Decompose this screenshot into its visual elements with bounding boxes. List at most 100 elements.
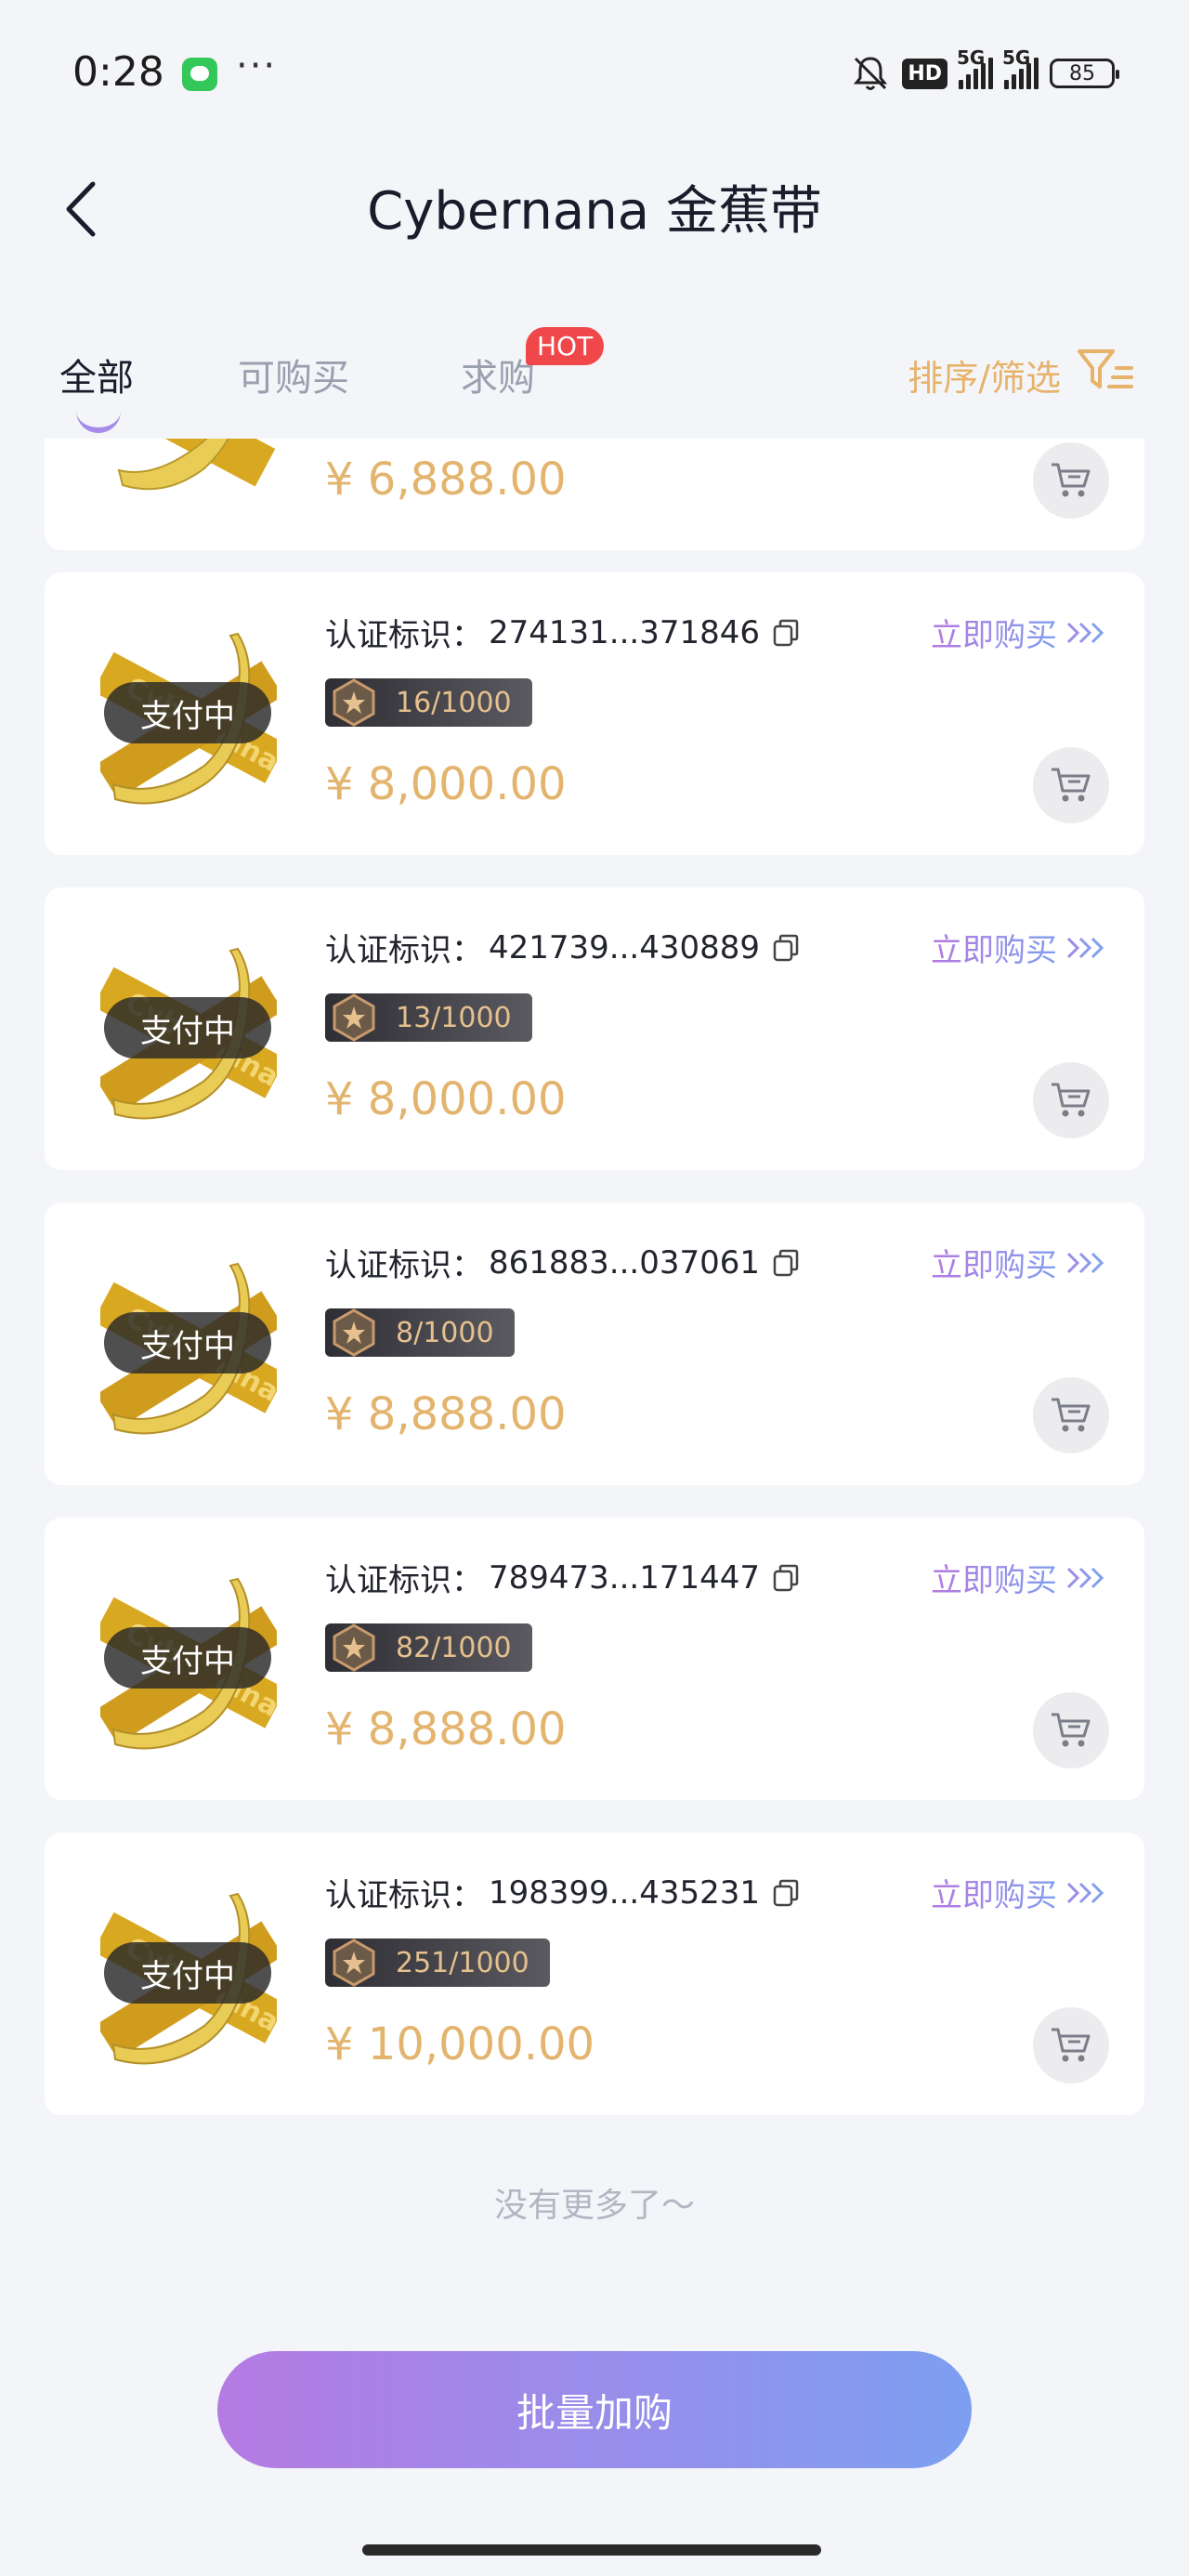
cert-label: 认证标识： [325, 617, 483, 654]
triple-chevron-right-icon [1066, 1882, 1104, 1903]
tab-want-to-buy[interactable]: 求购 [461, 348, 535, 401]
certification-id: 认证标识： 861883...037061 [325, 1240, 799, 1285]
list-item[interactable]: Cybernana 支付中 认证标识： 861883...037061 立即购买… [45, 1203, 1144, 1485]
edition-serial: 16/1000 [396, 686, 512, 719]
edition-badge: 13/1000 [325, 993, 532, 1042]
star-hexagon-icon [333, 1308, 375, 1357]
no-more-text: 没有更多了～ [493, 2187, 695, 2225]
copy-icon[interactable] [773, 934, 799, 962]
triple-chevron-right-icon [1066, 1567, 1104, 1588]
cart-icon [1052, 1398, 1091, 1432]
bulk-add-to-cart-button[interactable]: 批量加购 [217, 2351, 972, 2468]
buy-now-label: 立即购买 [931, 1870, 1057, 1915]
tab-buyable[interactable]: 可购买 [238, 348, 349, 401]
triple-chevron-right-icon [1066, 622, 1104, 643]
cert-value: 861883...037061 [489, 1243, 761, 1281]
star-hexagon-icon [333, 1623, 375, 1672]
edition-badge: 16/1000 [325, 678, 532, 727]
list-item[interactable]: Cybernana 支付中 认证标识： 198399...435231 立即购买… [45, 1833, 1144, 2115]
list-item[interactable]: Cybernana 支付中 认证标识： 421739...430889 立即购买… [45, 887, 1144, 1170]
home-indicator[interactable] [362, 2544, 821, 2556]
page-title: Cybernana 金蕉带 [367, 181, 822, 242]
status-indicators: HD 5G 5G 85 [850, 46, 1119, 97]
buy-now-button[interactable]: 立即购买 [931, 610, 1105, 655]
buy-now-label: 立即购买 [931, 1240, 1057, 1285]
edition-badge: 251/1000 [325, 1939, 550, 1987]
cart-icon [1052, 768, 1091, 802]
active-tab-indicator [76, 411, 121, 433]
sort-filter-button[interactable]: 排序/筛选 [908, 349, 1061, 401]
cart-icon [1052, 463, 1091, 497]
copy-icon[interactable] [773, 1249, 799, 1277]
certification-id: 认证标识： 198399...435231 [325, 1870, 799, 1915]
signal-icon: 5G [957, 46, 993, 89]
message-app-icon [182, 58, 217, 91]
star-hexagon-icon [333, 678, 375, 727]
status-badge: 支付中 [104, 1942, 271, 2004]
cart-icon [1052, 2028, 1091, 2062]
triple-chevron-right-icon [1066, 1252, 1104, 1273]
cert-value: 789473...171447 [489, 1558, 761, 1597]
hot-badge: HOT [526, 327, 605, 365]
edition-badge: 8/1000 [325, 1308, 515, 1357]
cert-label: 认证标识： [325, 932, 483, 969]
star-hexagon-icon [333, 1939, 375, 1987]
product-list[interactable]: ¥ 6,888.00 Cybernana 支付中 认证标识： 274131...… [45, 439, 1144, 2119]
banana-thumbnail [100, 439, 276, 491]
signal-icon: 5G [1002, 46, 1039, 89]
list-item[interactable]: ¥ 6,888.00 [45, 439, 1144, 550]
cert-label: 认证标识： [325, 1877, 483, 1914]
status-badge: 支付中 [104, 997, 271, 1058]
cart-icon [1052, 1083, 1091, 1117]
buy-now-button[interactable]: 立即购买 [931, 1870, 1105, 1915]
copy-icon[interactable] [773, 619, 799, 647]
status-badge: 支付中 [104, 1627, 271, 1689]
buy-now-label: 立即购买 [931, 610, 1057, 655]
buy-now-label: 立即购买 [931, 1555, 1057, 1600]
list-item[interactable]: Cybernana 支付中 认证标识： 789473...171447 立即购买… [45, 1518, 1144, 1800]
status-time: 0:28 [72, 48, 164, 96]
hd-voice-icon: HD [902, 58, 947, 89]
price: ¥ 8,000.00 [325, 1073, 567, 1125]
tab-bar: 全部 可购买 求购 HOT 排序/筛选 [0, 325, 1189, 433]
price: ¥ 8,888.00 [325, 1703, 567, 1755]
edition-badge: 82/1000 [325, 1623, 532, 1672]
edition-serial: 82/1000 [396, 1631, 512, 1664]
price: ¥ 10,000.00 [325, 2018, 595, 2070]
star-hexagon-icon [333, 993, 375, 1042]
certification-id: 认证标识： 421739...430889 [325, 925, 799, 970]
more-notifications-icon: ··· [236, 45, 278, 87]
certification-id: 认证标识： 789473...171447 [325, 1555, 799, 1600]
add-to-cart-button[interactable] [1033, 442, 1109, 519]
triple-chevron-right-icon [1066, 937, 1104, 958]
cert-label: 认证标识： [325, 1247, 483, 1284]
add-to-cart-button[interactable] [1033, 1062, 1109, 1138]
add-to-cart-button[interactable] [1033, 1377, 1109, 1453]
buy-now-button[interactable]: 立即购买 [931, 1240, 1105, 1285]
price: ¥ 6,888.00 [325, 453, 567, 506]
cert-label: 认证标识： [325, 1562, 483, 1599]
copy-icon[interactable] [773, 1564, 799, 1592]
copy-icon[interactable] [773, 1879, 799, 1907]
edition-serial: 8/1000 [396, 1316, 494, 1349]
add-to-cart-button[interactable] [1033, 2007, 1109, 2083]
price: ¥ 8,888.00 [325, 1388, 567, 1440]
cert-value: 421739...430889 [489, 928, 761, 966]
cert-value: 274131...371846 [489, 613, 761, 651]
add-to-cart-button[interactable] [1033, 1692, 1109, 1768]
bell-mute-icon [854, 57, 888, 90]
status-badge: 支付中 [104, 682, 271, 743]
edition-serial: 13/1000 [396, 1001, 512, 1034]
tab-all[interactable]: 全部 [59, 348, 134, 401]
status-badge: 支付中 [104, 1312, 271, 1373]
cart-icon [1052, 1713, 1091, 1747]
battery-icon: 85 [1050, 59, 1119, 88]
certification-id: 认证标识： 274131...371846 [325, 610, 799, 655]
buy-now-button[interactable]: 立即购买 [931, 1555, 1105, 1600]
filter-icon[interactable] [1076, 348, 1135, 394]
buy-now-button[interactable]: 立即购买 [931, 925, 1105, 970]
cert-value: 198399...435231 [489, 1873, 761, 1912]
edition-serial: 251/1000 [396, 1946, 529, 1979]
list-item[interactable]: Cybernana 支付中 认证标识： 274131...371846 立即购买… [45, 572, 1144, 855]
add-to-cart-button[interactable] [1033, 747, 1109, 823]
